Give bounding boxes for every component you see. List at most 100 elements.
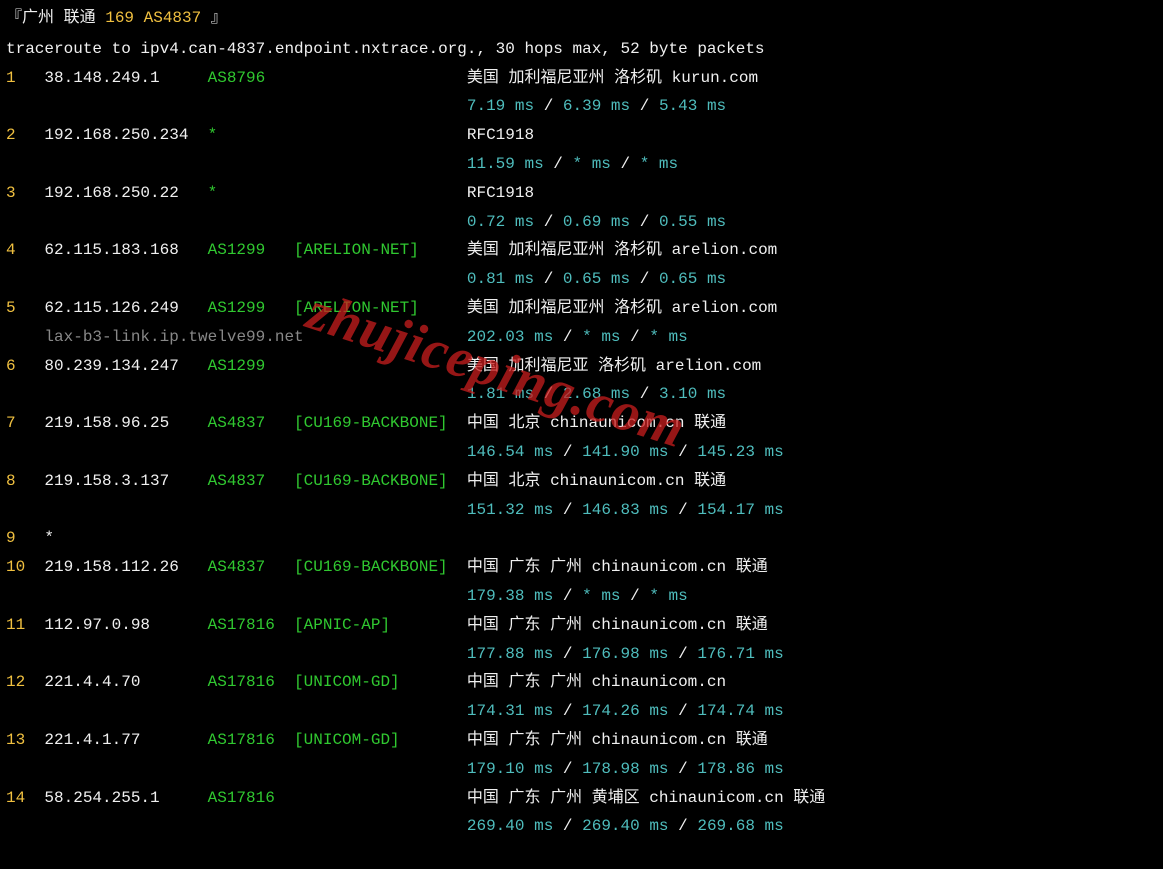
hop-rdns: lax-b3-link.ip.twelve99.net bbox=[44, 323, 466, 352]
rtt-separator: / bbox=[553, 817, 582, 835]
hop-ip: 219.158.3.137 bbox=[44, 467, 207, 496]
hop-location: 美国 加利福尼亚州 洛杉矶 arelion.com bbox=[467, 294, 1157, 323]
rtt-separator: / bbox=[534, 97, 563, 115]
rtt: * ms bbox=[573, 155, 611, 173]
rtt: 1.81 ms bbox=[467, 385, 534, 403]
hop-asn: AS17816 bbox=[208, 726, 294, 755]
hop-row: 8219.158.3.137AS4837[CU169-BACKBONE]中国 北… bbox=[6, 467, 1157, 496]
rtt: * ms bbox=[649, 328, 687, 346]
rtt: 154.17 ms bbox=[697, 501, 783, 519]
hop-net-tag: [UNICOM-GD] bbox=[294, 668, 467, 697]
hop-number: 13 bbox=[6, 726, 44, 755]
rtt: 177.88 ms bbox=[467, 645, 553, 663]
hop-number: 9 bbox=[6, 524, 44, 553]
hop-number: 3 bbox=[6, 179, 44, 208]
hop-timings: 1.81 ms / 2.68 ms / 3.10 ms bbox=[467, 380, 726, 409]
rtt: 176.98 ms bbox=[582, 645, 668, 663]
hop-row: 562.115.126.249AS1299[ARELION-NET]美国 加利福… bbox=[6, 294, 1157, 323]
rtt: 174.31 ms bbox=[467, 702, 553, 720]
rtt-separator: / bbox=[669, 760, 698, 778]
rtt: 179.10 ms bbox=[467, 760, 553, 778]
hop-number: 14 bbox=[6, 784, 44, 813]
rtt-separator: / bbox=[534, 385, 563, 403]
hop-asn: AS17816 bbox=[208, 784, 294, 813]
hop-location: 中国 广东 广州 chinaunicom.cn 联通 bbox=[467, 611, 1157, 640]
rtt: 178.98 ms bbox=[582, 760, 668, 778]
hop-ip: 219.158.96.25 bbox=[44, 409, 207, 438]
hop-asn: AS4837 bbox=[208, 467, 294, 496]
rtt: 7.19 ms bbox=[467, 97, 534, 115]
hop-asn: AS1299 bbox=[208, 236, 294, 265]
hop-ip: 112.97.0.98 bbox=[44, 611, 207, 640]
rtt-separator: / bbox=[553, 645, 582, 663]
hop-row: 462.115.183.168AS1299[ARELION-NET]美国 加利福… bbox=[6, 236, 1157, 265]
hop-location: RFC1918 bbox=[467, 179, 1157, 208]
hop-number: 4 bbox=[6, 236, 44, 265]
rtt-separator: / bbox=[534, 270, 563, 288]
rtt: 146.54 ms bbox=[467, 443, 553, 461]
hop-timing-row: 0.81 ms / 0.65 ms / 0.65 ms bbox=[6, 265, 1157, 294]
hop-asn: * bbox=[208, 121, 294, 150]
rtt: 0.81 ms bbox=[467, 270, 534, 288]
hop-row: 9* bbox=[6, 524, 1157, 553]
rtt-separator: / bbox=[630, 270, 659, 288]
hop-timings: 151.32 ms / 146.83 ms / 154.17 ms bbox=[467, 496, 784, 525]
hop-asn: AS17816 bbox=[208, 611, 294, 640]
route-header: 『广州 联通 169 AS4837 』 bbox=[6, 4, 1157, 33]
hop-timings: 202.03 ms / * ms / * ms bbox=[467, 323, 688, 352]
rtt-separator: / bbox=[553, 443, 582, 461]
hop-number: 1 bbox=[6, 64, 44, 93]
rtt-separator: / bbox=[669, 702, 698, 720]
hop-ip: 221.4.4.70 bbox=[44, 668, 207, 697]
rtt-separator: / bbox=[544, 155, 573, 173]
rtt-separator: / bbox=[553, 328, 582, 346]
hop-net-tag: [ARELION-NET] bbox=[294, 294, 467, 323]
rtt: * ms bbox=[640, 155, 678, 173]
hop-asn: AS4837 bbox=[208, 553, 294, 582]
hop-ip: 219.158.112.26 bbox=[44, 553, 207, 582]
hop-net-tag: [CU169-BACKBONE] bbox=[294, 467, 467, 496]
rtt: 6.39 ms bbox=[563, 97, 630, 115]
hop-timings: 0.72 ms / 0.69 ms / 0.55 ms bbox=[467, 208, 726, 237]
hop-ip: * bbox=[44, 524, 207, 553]
hop-asn: AS8796 bbox=[208, 64, 294, 93]
hop-ip: 192.168.250.22 bbox=[44, 179, 207, 208]
hop-net-tag: [UNICOM-GD] bbox=[294, 726, 467, 755]
hops-list: 138.148.249.1AS8796美国 加利福尼亚州 洛杉矶 kurun.c… bbox=[6, 64, 1157, 842]
hop-number: 5 bbox=[6, 294, 44, 323]
rtt: 141.90 ms bbox=[582, 443, 668, 461]
hop-timing-row: 7.19 ms / 6.39 ms / 5.43 ms bbox=[6, 92, 1157, 121]
rtt-separator: / bbox=[553, 760, 582, 778]
rtt: 269.68 ms bbox=[697, 817, 783, 835]
rtt-separator: / bbox=[611, 155, 640, 173]
hop-timing-row: 269.40 ms / 269.40 ms / 269.68 ms bbox=[6, 812, 1157, 841]
hop-row: 13221.4.1.77AS17816[UNICOM-GD]中国 广东 广州 c… bbox=[6, 726, 1157, 755]
rtt: 174.74 ms bbox=[697, 702, 783, 720]
hop-location: RFC1918 bbox=[467, 121, 1157, 150]
header-prefix: 『广州 联通 bbox=[6, 9, 105, 27]
rtt-separator: / bbox=[630, 213, 659, 231]
hop-timing-row: 0.72 ms / 0.69 ms / 0.55 ms bbox=[6, 208, 1157, 237]
rtt-separator: / bbox=[534, 213, 563, 231]
hop-number: 12 bbox=[6, 668, 44, 697]
hop-row: 2192.168.250.234* RFC1918 bbox=[6, 121, 1157, 150]
hop-row: 680.239.134.247AS1299美国 加利福尼亚 洛杉矶 arelio… bbox=[6, 352, 1157, 381]
hop-asn: * bbox=[208, 179, 294, 208]
hop-location: 中国 广东 广州 黄埔区 chinaunicom.cn 联通 bbox=[467, 784, 1157, 813]
hop-number: 2 bbox=[6, 121, 44, 150]
hop-asn: AS1299 bbox=[208, 352, 294, 381]
hop-row: 12221.4.4.70AS17816[UNICOM-GD]中国 广东 广州 c… bbox=[6, 668, 1157, 697]
rtt: 145.23 ms bbox=[697, 443, 783, 461]
hop-ip: 62.115.126.249 bbox=[44, 294, 207, 323]
rtt: 151.32 ms bbox=[467, 501, 553, 519]
hop-timing-row: 151.32 ms / 146.83 ms / 154.17 ms bbox=[6, 496, 1157, 525]
rtt-separator: / bbox=[669, 645, 698, 663]
hop-ip: 192.168.250.234 bbox=[44, 121, 207, 150]
hop-timings: 177.88 ms / 176.98 ms / 176.71 ms bbox=[467, 640, 784, 669]
hop-timing-row: 11.59 ms / * ms / * ms bbox=[6, 150, 1157, 179]
rtt: 0.72 ms bbox=[467, 213, 534, 231]
hop-asn: AS4837 bbox=[208, 409, 294, 438]
hop-row: 11112.97.0.98AS17816[APNIC-AP]中国 广东 广州 c… bbox=[6, 611, 1157, 640]
hop-ip: 221.4.1.77 bbox=[44, 726, 207, 755]
hop-timing-row: 179.38 ms / * ms / * ms bbox=[6, 582, 1157, 611]
